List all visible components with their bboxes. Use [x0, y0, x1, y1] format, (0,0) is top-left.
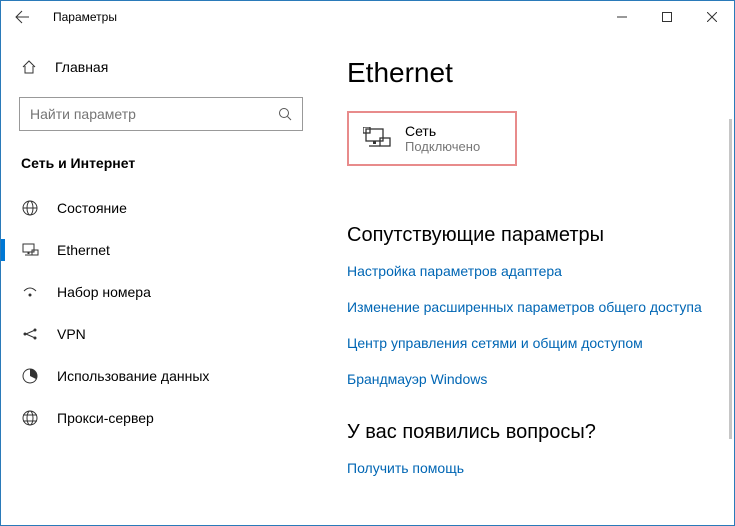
minimize-icon [617, 12, 627, 22]
sidebar-item-dialup[interactable]: Набор номера [1, 271, 319, 313]
home-icon [21, 59, 39, 75]
vpn-icon [21, 325, 39, 343]
main-content: Ethernet Сеть Подключено Сопутствующие п… [319, 33, 734, 525]
back-button[interactable] [7, 2, 37, 32]
sidebar-item-label: Использование данных [57, 368, 209, 384]
sidebar-item-vpn[interactable]: VPN [1, 313, 319, 355]
sidebar-item-label: Прокси-сервер [57, 410, 154, 426]
status-icon [21, 199, 39, 217]
sidebar-item-datausage[interactable]: Использование данных [1, 355, 319, 397]
minimize-button[interactable] [599, 2, 644, 32]
search-input[interactable] [30, 106, 278, 122]
network-status: Подключено [405, 139, 480, 154]
arrow-left-icon [14, 9, 30, 25]
maximize-button[interactable] [644, 2, 689, 32]
sidebar: Главная Сеть и Интернет Состояние Ethern… [1, 33, 319, 525]
data-usage-icon [21, 367, 39, 385]
link-firewall[interactable]: Брандмауэр Windows [347, 371, 712, 387]
dialup-icon [21, 283, 39, 301]
home-link[interactable]: Главная [1, 51, 319, 83]
link-get-help[interactable]: Получить помощь [347, 460, 712, 476]
sidebar-item-label: Ethernet [57, 242, 110, 258]
link-adapter-settings[interactable]: Настройка параметров адаптера [347, 263, 712, 279]
titlebar: Параметры [1, 1, 734, 33]
sidebar-item-ethernet[interactable]: Ethernet [1, 229, 319, 271]
proxy-icon [21, 409, 39, 427]
link-advanced-sharing[interactable]: Изменение расширенных параметров общего … [347, 299, 712, 315]
network-text: Сеть Подключено [405, 123, 480, 154]
sidebar-item-label: VPN [57, 326, 86, 342]
sidebar-item-proxy[interactable]: Прокси-сервер [1, 397, 319, 439]
close-icon [707, 12, 717, 22]
ethernet-icon [21, 241, 39, 259]
link-network-center[interactable]: Центр управления сетями и общим доступом [347, 335, 712, 351]
network-card[interactable]: Сеть Подключено [347, 111, 517, 166]
page-title: Ethernet [347, 57, 712, 89]
monitor-icon [363, 127, 391, 151]
close-button[interactable] [689, 2, 734, 32]
sidebar-item-label: Набор номера [57, 284, 151, 300]
home-label: Главная [55, 59, 108, 75]
sidebar-item-label: Состояние [57, 200, 127, 216]
scrollbar[interactable] [729, 119, 732, 439]
help-heading: У вас появились вопросы? [347, 421, 712, 444]
search-icon [278, 107, 292, 121]
sidebar-item-status[interactable]: Состояние [1, 187, 319, 229]
network-name: Сеть [405, 123, 480, 139]
window-title: Параметры [53, 10, 117, 24]
window-controls [599, 2, 734, 32]
related-heading: Сопутствующие параметры [347, 224, 712, 247]
section-label: Сеть и Интернет [1, 149, 319, 187]
maximize-icon [662, 12, 672, 22]
search-input-container[interactable] [19, 97, 303, 131]
